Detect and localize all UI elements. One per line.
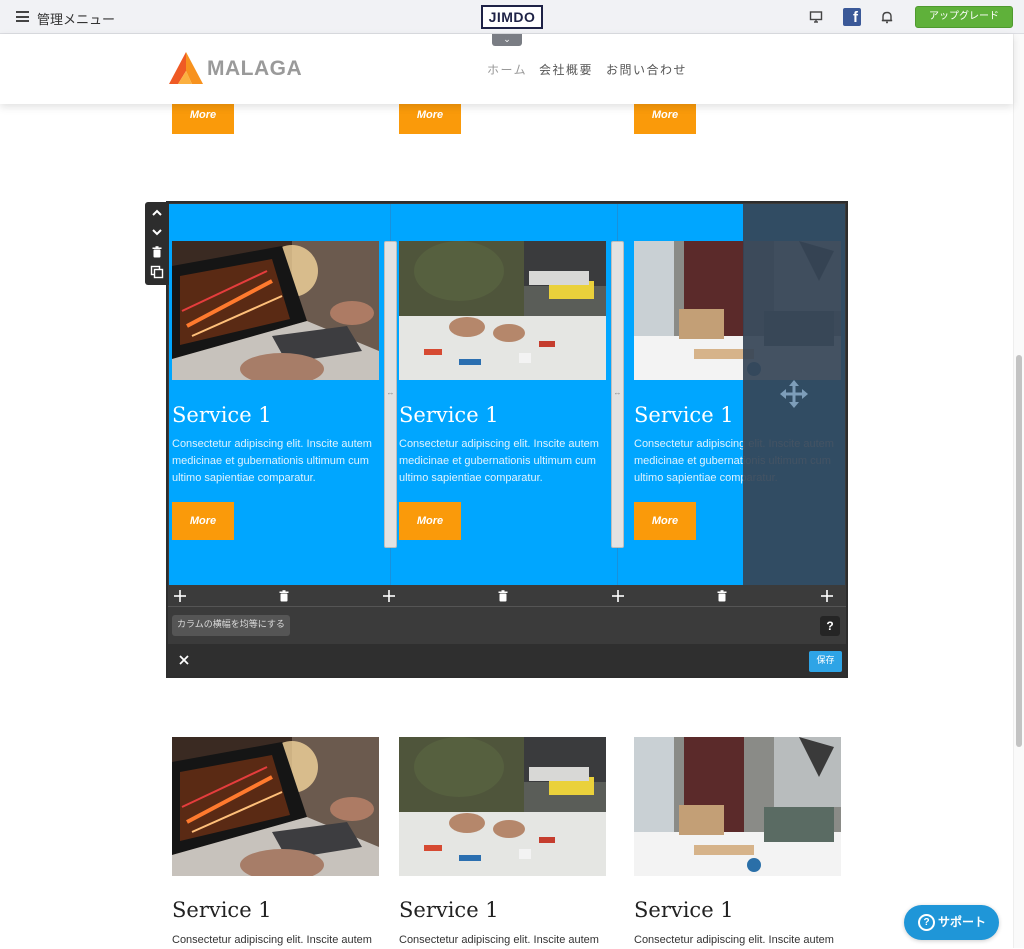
service-title[interactable]: Service 1: [172, 898, 272, 922]
more-button[interactable]: More: [172, 502, 234, 540]
monitor-icon[interactable]: [809, 10, 823, 24]
nav-company[interactable]: 会社概要: [539, 61, 593, 78]
admin-menu-label[interactable]: 管理メニュー: [37, 9, 115, 28]
facebook-icon[interactable]: f: [843, 8, 861, 26]
trash-icon[interactable]: [150, 245, 164, 259]
copy-icon[interactable]: [150, 265, 164, 279]
trash-icon[interactable]: [714, 588, 730, 604]
workshop-image: [399, 737, 606, 876]
jimdo-logo[interactable]: JIMDO: [481, 5, 543, 29]
help-button[interactable]: ?: [820, 616, 840, 636]
help-circle-icon[interactable]: ?: [918, 914, 935, 931]
chevron-up-icon[interactable]: [150, 206, 164, 220]
add-column-icon[interactable]: [381, 588, 397, 604]
menu-icon[interactable]: [16, 11, 29, 22]
add-column-icon[interactable]: [172, 588, 188, 604]
chevron-down-icon[interactable]: ⌄: [492, 34, 522, 46]
more-button[interactable]: More: [399, 502, 461, 540]
close-icon[interactable]: [177, 653, 191, 667]
studio-image: [634, 737, 841, 876]
nav-home[interactable]: ホーム: [487, 61, 527, 78]
service-description[interactable]: Consectetur adipiscing elit. Inscite aut…: [399, 436, 611, 487]
more-button[interactable]: More: [634, 502, 696, 540]
editor-bottom-bar: [168, 644, 846, 676]
service-title[interactable]: Service 1: [634, 403, 734, 427]
service-title[interactable]: Service 1: [634, 898, 734, 922]
site-logo-text[interactable]: MALAGA: [207, 57, 302, 81]
add-column-icon[interactable]: [610, 588, 626, 604]
workshop-image: [399, 241, 606, 380]
bell-icon[interactable]: [880, 10, 894, 24]
move-icon[interactable]: [779, 379, 809, 409]
save-button[interactable]: 保存: [809, 651, 842, 672]
service-title[interactable]: Service 1: [172, 403, 272, 427]
service-description[interactable]: Consectetur adipiscing elit. Inscite aut…: [172, 932, 384, 949]
equalize-columns-button[interactable]: カラムの横幅を均等にする: [172, 615, 290, 636]
malaga-logo-icon[interactable]: [168, 51, 204, 85]
service-description[interactable]: Consectetur adipiscing elit. Inscite aut…: [634, 932, 846, 949]
nav-contact[interactable]: お問い合わせ: [606, 61, 687, 78]
service-title[interactable]: Service 1: [399, 403, 499, 427]
service-description[interactable]: Consectetur adipiscing elit. Inscite aut…: [399, 932, 611, 949]
column-resize-handle[interactable]: ↔: [384, 241, 397, 548]
upgrade-button[interactable]: アップグレード: [915, 6, 1013, 28]
trash-icon[interactable]: [495, 588, 511, 604]
laptop-image: [172, 241, 379, 380]
block-tool-strip: [145, 202, 169, 285]
chevron-down-icon[interactable]: [150, 225, 164, 239]
scrollbar-thumb[interactable]: [1016, 355, 1022, 747]
column-resize-handle[interactable]: ↔: [611, 241, 624, 548]
service-title[interactable]: Service 1: [399, 898, 499, 922]
trash-icon[interactable]: [276, 588, 292, 604]
laptop-image: [172, 737, 379, 876]
column-toolbar: [168, 585, 846, 607]
service-description[interactable]: Consectetur adipiscing elit. Inscite aut…: [172, 436, 384, 487]
add-column-icon[interactable]: [819, 588, 835, 604]
